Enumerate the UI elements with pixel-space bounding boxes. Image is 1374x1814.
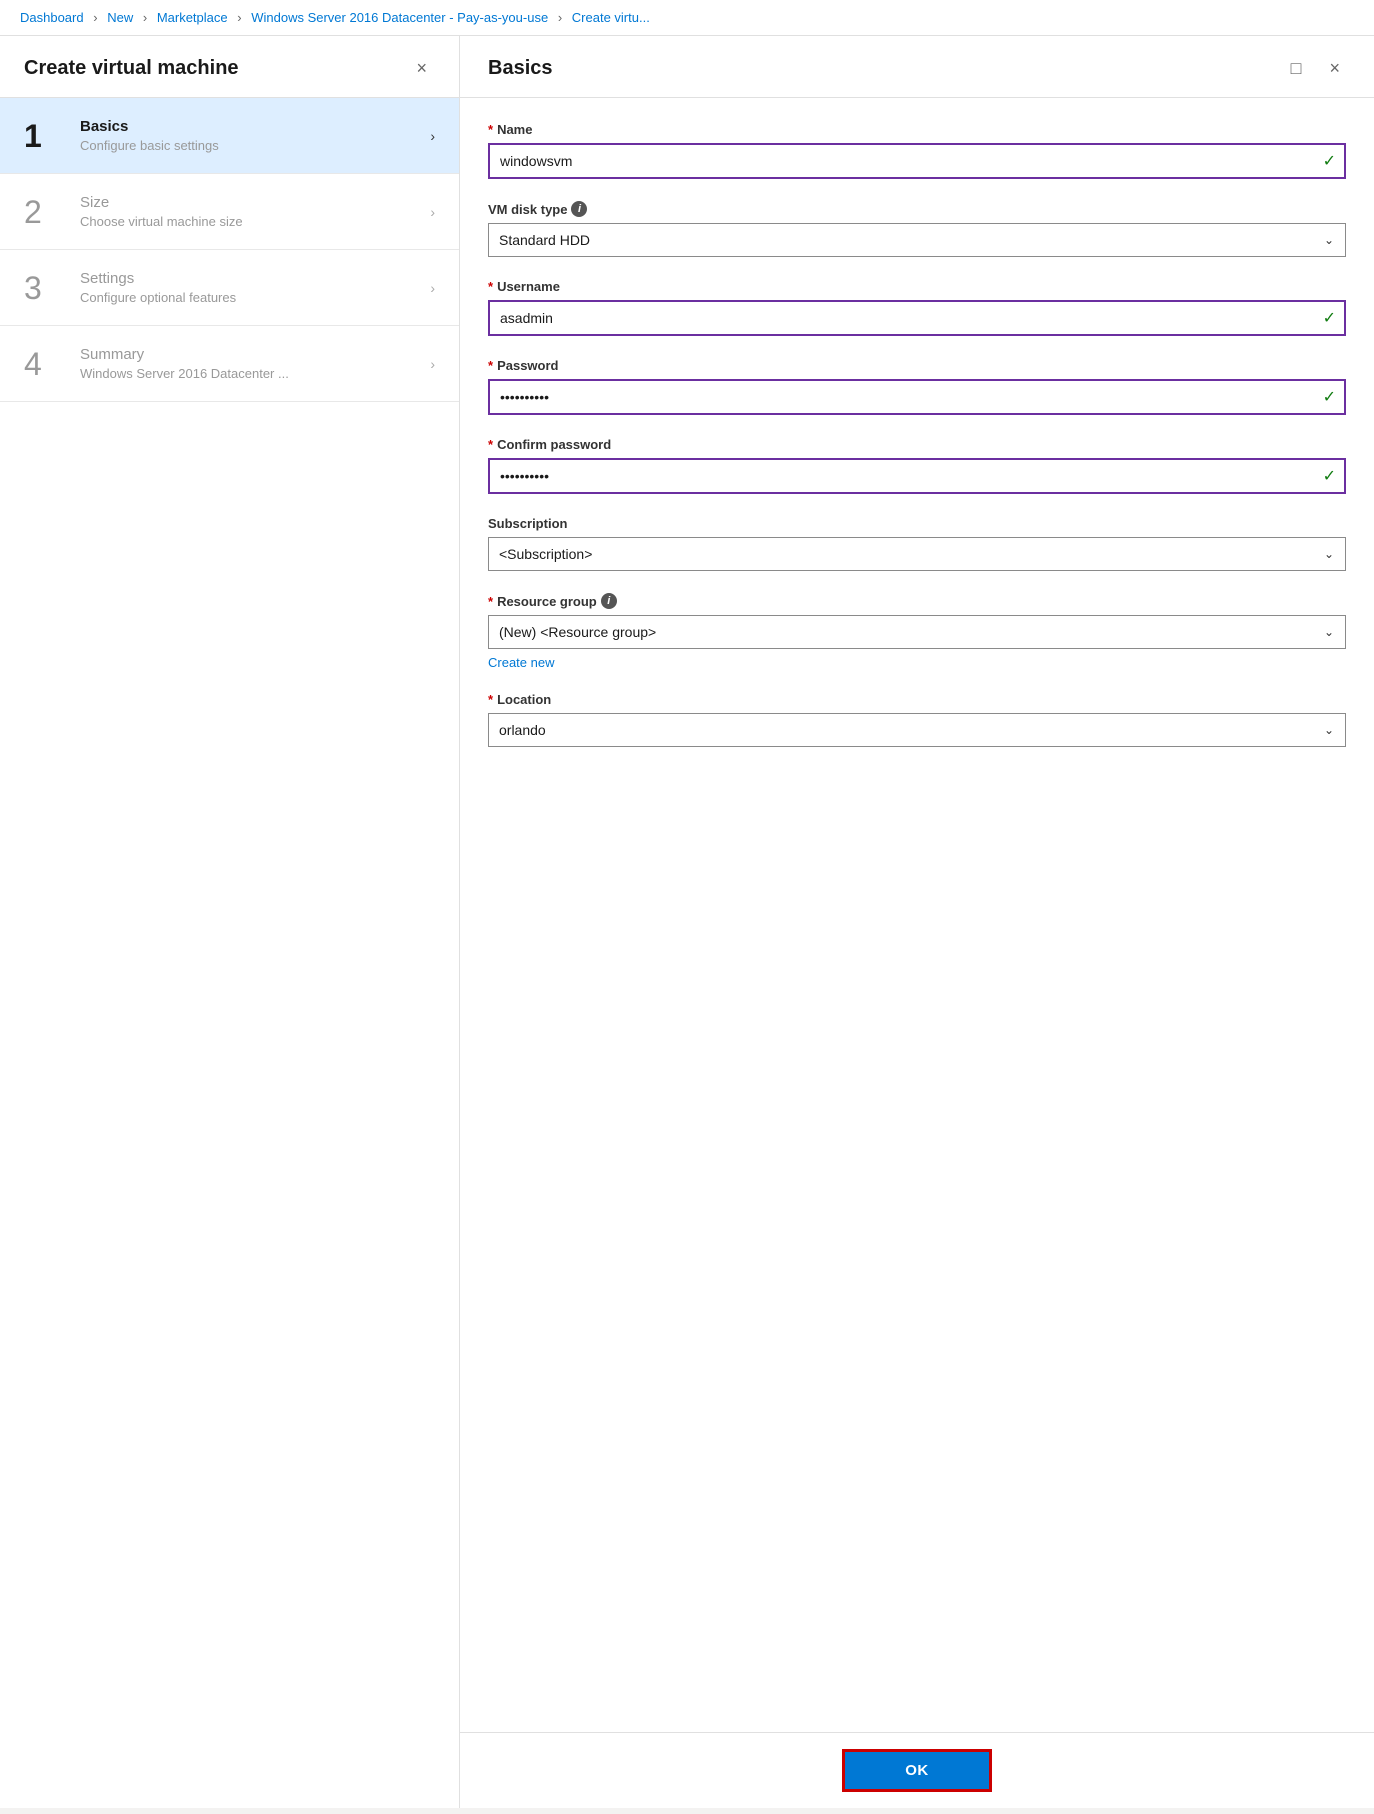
ok-button[interactable]: OK (842, 1749, 992, 1792)
step-1-item[interactable]: 1 Basics Configure basic settings › (0, 98, 459, 174)
breadcrumb-sep-1: › (93, 10, 97, 25)
step-3-subtitle: Configure optional features (80, 290, 430, 305)
location-required-star: * (488, 692, 493, 707)
username-input-wrapper: ✓ (488, 300, 1346, 336)
resource-group-select[interactable]: (New) <Resource group> (488, 615, 1346, 649)
step-2-number: 2 (24, 196, 72, 228)
step-3-title: Settings (80, 270, 430, 287)
step-3-content: Settings Configure optional features (80, 270, 430, 305)
name-field-group: * Name ✓ (488, 122, 1346, 179)
vm-disk-type-info-icon[interactable]: i (571, 201, 587, 217)
vm-disk-type-group: VM disk type i Standard HDD Premium SSD … (488, 201, 1346, 257)
location-label: * Location (488, 692, 1346, 707)
username-label: * Username (488, 279, 1346, 294)
left-panel-close-button[interactable]: × (408, 54, 435, 83)
username-check-icon: ✓ (1323, 308, 1336, 328)
maximize-button[interactable]: □ (1285, 54, 1308, 83)
step-1-number: 1 (24, 120, 72, 152)
step-4-title: Summary (80, 346, 430, 363)
create-new-resource-group-link[interactable]: Create new (488, 655, 554, 670)
right-panel-header: Basics □ × (460, 36, 1374, 98)
confirm-password-input-wrapper: ✓ (488, 458, 1346, 494)
breadcrumb-product[interactable]: Windows Server 2016 Datacenter - Pay-as-… (251, 10, 548, 25)
step-1-content: Basics Configure basic settings (80, 118, 430, 153)
step-4-arrow-icon: › (430, 356, 435, 372)
confirm-password-field-group: * Confirm password ✓ (488, 437, 1346, 494)
password-input-wrapper: ✓ (488, 379, 1346, 415)
breadcrumb-current[interactable]: Create virtu... (572, 10, 650, 25)
vm-disk-type-select[interactable]: Standard HDD Premium SSD Standard SSD (488, 223, 1346, 257)
breadcrumb-new[interactable]: New (107, 10, 133, 25)
password-field-group: * Password ✓ (488, 358, 1346, 415)
breadcrumb-marketplace[interactable]: Marketplace (157, 10, 228, 25)
right-panel-close-button[interactable]: × (1323, 54, 1346, 83)
step-2-arrow-icon: › (430, 204, 435, 220)
subscription-select[interactable]: <Subscription> (488, 537, 1346, 571)
step-3-arrow-icon: › (430, 280, 435, 296)
right-panel: Basics □ × * Name ✓ VM dis (460, 36, 1374, 1808)
left-panel-header: Create virtual machine × (0, 36, 459, 98)
name-check-icon: ✓ (1323, 151, 1336, 171)
step-2-content: Size Choose virtual machine size (80, 194, 430, 229)
step-1-title: Basics (80, 118, 430, 135)
location-select-wrapper: orlando ⌄ (488, 713, 1346, 747)
step-4-number: 4 (24, 348, 72, 380)
name-input-wrapper: ✓ (488, 143, 1346, 179)
right-panel-title: Basics (488, 57, 553, 80)
username-field-group: * Username ✓ (488, 279, 1346, 336)
left-panel-title: Create virtual machine (24, 57, 239, 80)
password-label: * Password (488, 358, 1346, 373)
step-2-item[interactable]: 2 Size Choose virtual machine size › (0, 174, 459, 250)
subscription-field-group: Subscription <Subscription> ⌄ (488, 516, 1346, 571)
subscription-select-wrapper: <Subscription> ⌄ (488, 537, 1346, 571)
step-4-content: Summary Windows Server 2016 Datacenter .… (80, 346, 430, 381)
name-label: * Name (488, 122, 1346, 137)
step-4-item[interactable]: 4 Summary Windows Server 2016 Datacenter… (0, 326, 459, 402)
step-3-number: 3 (24, 272, 72, 304)
breadcrumb-dashboard[interactable]: Dashboard (20, 10, 84, 25)
resource-group-select-wrapper: (New) <Resource group> ⌄ (488, 615, 1346, 649)
confirm-password-label: * Confirm password (488, 437, 1346, 452)
username-input[interactable] (488, 300, 1346, 336)
breadcrumb-sep-4: › (558, 10, 562, 25)
step-3-item[interactable]: 3 Settings Configure optional features › (0, 250, 459, 326)
vm-disk-type-select-wrapper: Standard HDD Premium SSD Standard SSD ⌄ (488, 223, 1346, 257)
confirm-password-check-icon: ✓ (1323, 466, 1336, 486)
resource-group-label: * Resource group i (488, 593, 1346, 609)
breadcrumb-sep-3: › (237, 10, 241, 25)
resource-group-field-group: * Resource group i (New) <Resource group… (488, 593, 1346, 670)
location-select[interactable]: orlando (488, 713, 1346, 747)
right-panel-footer: OK (460, 1732, 1374, 1808)
resource-group-info-icon[interactable]: i (601, 593, 617, 609)
step-1-subtitle: Configure basic settings (80, 138, 430, 153)
password-check-icon: ✓ (1323, 387, 1336, 407)
breadcrumb: Dashboard › New › Marketplace › Windows … (0, 0, 1374, 36)
right-panel-actions: □ × (1285, 54, 1346, 83)
name-required-star: * (488, 122, 493, 137)
subscription-label: Subscription (488, 516, 1346, 531)
steps-list: 1 Basics Configure basic settings › 2 Si… (0, 98, 459, 1808)
name-input[interactable] (488, 143, 1346, 179)
resource-group-required-star: * (488, 594, 493, 609)
breadcrumb-sep-2: › (143, 10, 147, 25)
step-1-arrow-icon: › (430, 128, 435, 144)
step-2-subtitle: Choose virtual machine size (80, 214, 430, 229)
main-container: Create virtual machine × 1 Basics Config… (0, 36, 1374, 1808)
location-field-group: * Location orlando ⌄ (488, 692, 1346, 747)
confirm-password-input[interactable] (488, 458, 1346, 494)
step-4-subtitle: Windows Server 2016 Datacenter ... (80, 366, 430, 381)
password-input[interactable] (488, 379, 1346, 415)
right-panel-body: * Name ✓ VM disk type i Standard HDD P (460, 98, 1374, 1732)
vm-disk-type-label: VM disk type i (488, 201, 1346, 217)
confirm-password-required-star: * (488, 437, 493, 452)
step-2-title: Size (80, 194, 430, 211)
left-panel: Create virtual machine × 1 Basics Config… (0, 36, 460, 1808)
username-required-star: * (488, 279, 493, 294)
password-required-star: * (488, 358, 493, 373)
